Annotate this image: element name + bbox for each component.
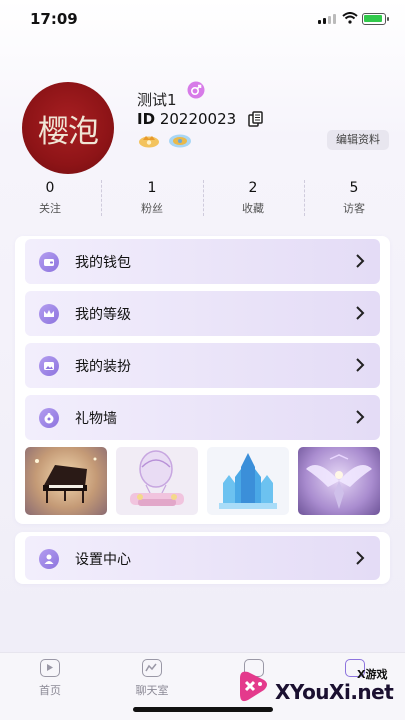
avatar-text: 樱泡 bbox=[38, 114, 99, 150]
chevron-right-icon bbox=[356, 551, 365, 565]
chevron-right-icon bbox=[356, 254, 365, 268]
angel-wings-gift-icon bbox=[306, 454, 372, 509]
gift-bag-icon bbox=[39, 408, 59, 428]
gender-icon bbox=[187, 81, 205, 99]
watermark-logo-icon bbox=[240, 671, 267, 702]
status-bar: 17:09 bbox=[0, 0, 405, 40]
stat-label: 访客 bbox=[343, 202, 365, 215]
edit-profile-button[interactable]: 编辑资料 bbox=[327, 130, 389, 150]
menu-item-wallet[interactable]: 我的钱包 bbox=[25, 239, 380, 284]
user-id: ID 20220023 bbox=[137, 110, 236, 128]
tab-home[interactable]: 首页 bbox=[10, 659, 90, 698]
tab-label: 首页 bbox=[39, 684, 61, 697]
stat-following[interactable]: 0 关注 bbox=[0, 180, 100, 216]
watermark-text: XYouXi.net bbox=[275, 680, 394, 704]
avatar[interactable]: 樱泡 bbox=[22, 82, 114, 174]
chevron-right-icon bbox=[356, 410, 365, 424]
vip-badge-icon bbox=[169, 134, 191, 148]
stat-visitors[interactable]: 5 访客 bbox=[304, 180, 404, 216]
wallet-icon bbox=[39, 252, 59, 272]
chevron-right-icon bbox=[356, 306, 365, 320]
stat-value: 0 bbox=[45, 180, 55, 196]
menu-item-label: 我的钱包 bbox=[75, 255, 131, 271]
crown-icon bbox=[39, 304, 59, 324]
stat-value: 5 bbox=[349, 180, 359, 196]
battery-icon bbox=[362, 13, 389, 25]
menu-item-level[interactable]: 我的等级 bbox=[25, 291, 380, 336]
stat-favorites[interactable]: 2 收藏 bbox=[203, 180, 303, 216]
stat-fans[interactable]: 1 粉丝 bbox=[102, 180, 202, 216]
cellular-signal-icon bbox=[318, 14, 336, 24]
chat-room-icon bbox=[142, 659, 162, 677]
menu-item-label: 设置中心 bbox=[75, 552, 131, 568]
menu-item-label: 礼物墙 bbox=[75, 411, 117, 427]
gift-item-balloon[interactable] bbox=[116, 447, 198, 515]
gift-item-angel[interactable] bbox=[298, 447, 380, 515]
gift-item-castle[interactable] bbox=[207, 447, 289, 515]
user-settings-icon bbox=[39, 549, 59, 569]
copy-icon[interactable] bbox=[248, 111, 264, 127]
ice-castle-gift-icon bbox=[219, 453, 277, 509]
settings-card: 设置中心 bbox=[15, 532, 390, 584]
chevron-right-icon bbox=[356, 358, 365, 372]
menu-item-label: 我的装扮 bbox=[75, 359, 131, 375]
menu-item-gift-wall[interactable]: 礼物墙 bbox=[25, 395, 380, 440]
stat-label: 收藏 bbox=[242, 202, 264, 215]
stat-label: 关注 bbox=[39, 202, 61, 215]
home-indicator[interactable] bbox=[133, 707, 273, 712]
user-id-value: 20220023 bbox=[159, 110, 237, 128]
menu-item-settings[interactable]: 设置中心 bbox=[25, 536, 380, 580]
user-id-prefix: ID bbox=[137, 110, 156, 128]
image-icon bbox=[39, 356, 59, 376]
menu-item-dress[interactable]: 我的装扮 bbox=[25, 343, 380, 388]
stat-value: 1 bbox=[147, 180, 157, 196]
hot-air-balloon-gift-icon bbox=[130, 450, 184, 506]
tab-chat-room[interactable]: 聊天室 bbox=[112, 659, 192, 698]
stat-label: 粉丝 bbox=[141, 202, 163, 215]
wifi-icon bbox=[342, 12, 358, 24]
home-icon bbox=[40, 659, 60, 677]
stat-value: 2 bbox=[248, 180, 258, 196]
level-badge-icon bbox=[139, 136, 159, 148]
menu-item-label: 我的等级 bbox=[75, 307, 131, 323]
status-time: 17:09 bbox=[30, 10, 78, 28]
gift-item-piano[interactable] bbox=[25, 447, 107, 515]
piano-gift-icon bbox=[35, 457, 97, 503]
tab-label: 聊天室 bbox=[135, 684, 169, 697]
nickname: 测试1 bbox=[137, 91, 177, 109]
